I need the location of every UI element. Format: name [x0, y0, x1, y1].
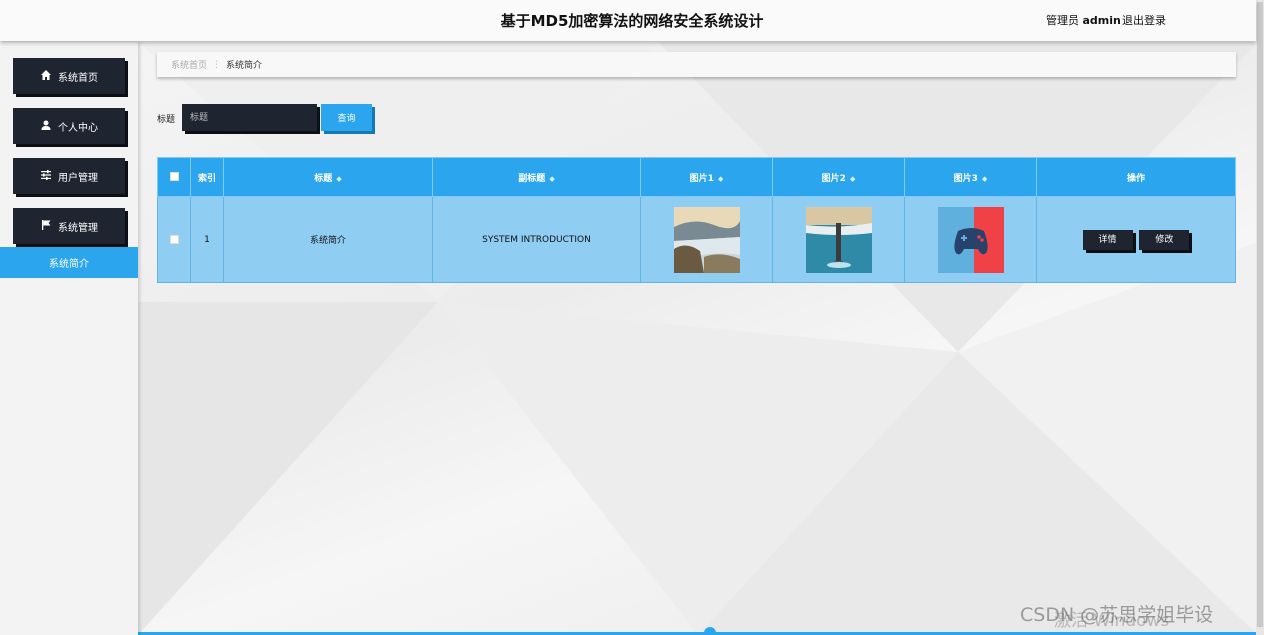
- lighthouse-image-thumbnail[interactable]: [805, 206, 872, 273]
- sort-icon: ◆: [849, 174, 856, 183]
- sort-icon: ◆: [549, 174, 555, 183]
- csdn-watermark: CSDN @苏思学姐毕设: [1020, 604, 1214, 626]
- logout-link[interactable]: 退出登录: [1122, 12, 1166, 28]
- row-image3-cell: [904, 196, 1037, 283]
- select-all-checkbox[interactable]: [169, 172, 179, 181]
- sidebar-subitem-intro[interactable]: 系统简介: [0, 247, 138, 278]
- home-icon: [40, 69, 52, 83]
- column-header-title[interactable]: 标题 ◆: [223, 157, 433, 197]
- row-title: 系统简介: [223, 196, 433, 283]
- user-icon: [40, 120, 52, 133]
- scrollbar-thumb[interactable]: [1257, 2, 1263, 627]
- sort-icon: ◆: [981, 174, 988, 183]
- row-actions-cell: 详情 修改: [1036, 196, 1236, 283]
- breadcrumb-separator: ⋮: [212, 59, 222, 70]
- breadcrumb: 系统首页 ⋮ 系统简介: [157, 52, 1236, 77]
- sidebar-item-label: 个人中心: [58, 122, 98, 134]
- user-role: 管理员: [1046, 14, 1079, 27]
- sort-icon: ◆: [336, 174, 342, 183]
- sidebar-item-label: 系统管理: [58, 222, 98, 234]
- select-all-header: [157, 157, 191, 197]
- data-table: 索引 标题 ◆ 副标题 ◆ 图片1 ◆ 图片2 ◆ 图片3 ◆ 操作 1 系统简…: [157, 157, 1236, 283]
- username: admin: [1082, 14, 1121, 27]
- search-button[interactable]: 查询: [321, 104, 372, 131]
- row-index: 1: [190, 196, 224, 283]
- sidebar: 系统首页 个人中心 用户管理 系统管理 系统简介: [0, 42, 138, 635]
- row-select-cell: [157, 196, 191, 283]
- sidebar-item-label: 系统首页: [58, 72, 98, 84]
- sidebar-item-users[interactable]: 用户管理: [13, 158, 125, 194]
- row-image1-cell: [640, 196, 773, 283]
- row-image2-cell: [772, 196, 905, 283]
- sliders-icon: [40, 169, 52, 183]
- scroll-indicator[interactable]: [704, 627, 716, 635]
- column-header-subtitle[interactable]: 副标题 ◆: [432, 157, 641, 197]
- sidebar-item-label: 用户管理: [58, 172, 98, 184]
- column-header-image3[interactable]: 图片3 ◆: [904, 157, 1037, 197]
- coast-image-thumbnail[interactable]: [673, 206, 740, 273]
- column-header-image1[interactable]: 图片1 ◆: [640, 157, 773, 197]
- flag-icon: [40, 219, 52, 233]
- title-search-input[interactable]: [182, 104, 317, 131]
- breadcrumb-current: 系统简介: [226, 61, 263, 71]
- edit-button[interactable]: 修改: [1139, 229, 1190, 250]
- search-label: 标题: [157, 115, 176, 125]
- sort-icon: ◆: [717, 174, 724, 183]
- sidebar-item-profile[interactable]: 个人中心: [13, 108, 125, 144]
- gamepad-image-thumbnail[interactable]: [937, 206, 1004, 273]
- row-subtitle: SYSTEM INTRODUCTION: [432, 196, 641, 283]
- column-header-index: 索引: [190, 157, 224, 197]
- sidebar-item-system[interactable]: 系统管理: [13, 208, 125, 244]
- detail-button[interactable]: 详情: [1082, 229, 1133, 250]
- column-header-actions: 操作: [1036, 157, 1236, 197]
- row-checkbox[interactable]: [169, 234, 179, 244]
- column-header-image2[interactable]: 图片2 ◆: [772, 157, 905, 197]
- current-user: 管理员 admin: [1046, 12, 1121, 28]
- top-header: 基于MD5加密算法的网络安全系统设计 管理员 admin 退出登录: [0, 0, 1256, 41]
- breadcrumb-home[interactable]: 系统首页: [171, 58, 207, 71]
- table-row: 1 系统简介 SYSTEM INTRODUCTION 详情 修改: [157, 196, 1236, 283]
- sidebar-item-home[interactable]: 系统首页: [13, 58, 125, 94]
- table-header-row: 索引 标题 ◆ 副标题 ◆ 图片1 ◆ 图片2 ◆ 图片3 ◆ 操作: [157, 157, 1236, 197]
